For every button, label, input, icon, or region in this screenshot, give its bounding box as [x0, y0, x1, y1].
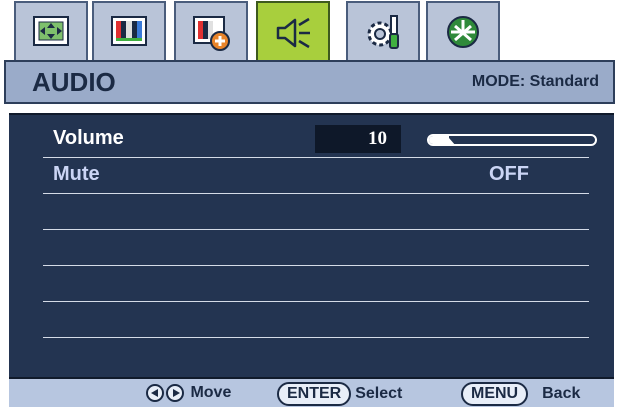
tab-picture[interactable]	[92, 1, 166, 61]
menu-header: AUDIO MODE: Standard	[4, 60, 615, 104]
tab-bar	[14, 1, 508, 63]
tab-picture-advanced[interactable]	[174, 1, 248, 61]
empty-row	[43, 229, 589, 266]
setting-row-volume[interactable]: Volume 10	[43, 121, 597, 158]
picture-position-icon	[33, 16, 69, 46]
empty-row	[43, 265, 589, 302]
empty-row	[43, 193, 589, 230]
tab-audio[interactable]	[256, 1, 330, 63]
move-hint: Move	[146, 382, 231, 404]
setting-row-mute[interactable]: Mute OFF	[43, 157, 589, 194]
move-hint-label: Move	[190, 384, 232, 401]
empty-row	[43, 301, 589, 338]
system-gear-icon	[367, 15, 399, 49]
picture-advanced-icon	[193, 16, 230, 51]
right-arrow-key-icon	[166, 383, 184, 402]
speaker-icon	[276, 17, 310, 49]
mode-indicator: MODE: Standard	[471, 73, 599, 90]
enter-key-icon: ENTER	[277, 382, 352, 406]
back-hint: MENU Back	[461, 382, 580, 406]
energy-saving-icon	[447, 16, 479, 48]
volume-slider-thumb[interactable]	[442, 138, 456, 146]
left-arrow-key-icon	[146, 383, 164, 402]
color-bars-icon	[111, 16, 147, 46]
volume-value: 10	[315, 125, 401, 153]
page-title: AUDIO	[32, 67, 116, 97]
select-hint: ENTER Select	[277, 382, 402, 406]
mute-value: OFF	[489, 163, 529, 185]
back-hint-label: Back	[542, 385, 581, 402]
select-hint-label: Select	[355, 385, 403, 402]
tab-system[interactable]	[346, 1, 420, 61]
tab-energy[interactable]	[426, 1, 500, 61]
tab-picture-position[interactable]	[14, 1, 88, 61]
mute-label: Mute	[53, 163, 100, 185]
volume-label: Volume	[53, 127, 124, 149]
settings-panel: Volume 10 Mute OFF	[9, 113, 614, 379]
menu-key-icon: MENU	[461, 382, 529, 406]
key-hint-bar: Move ENTER Select MENU Back	[9, 377, 614, 407]
volume-slider[interactable]	[427, 134, 597, 146]
